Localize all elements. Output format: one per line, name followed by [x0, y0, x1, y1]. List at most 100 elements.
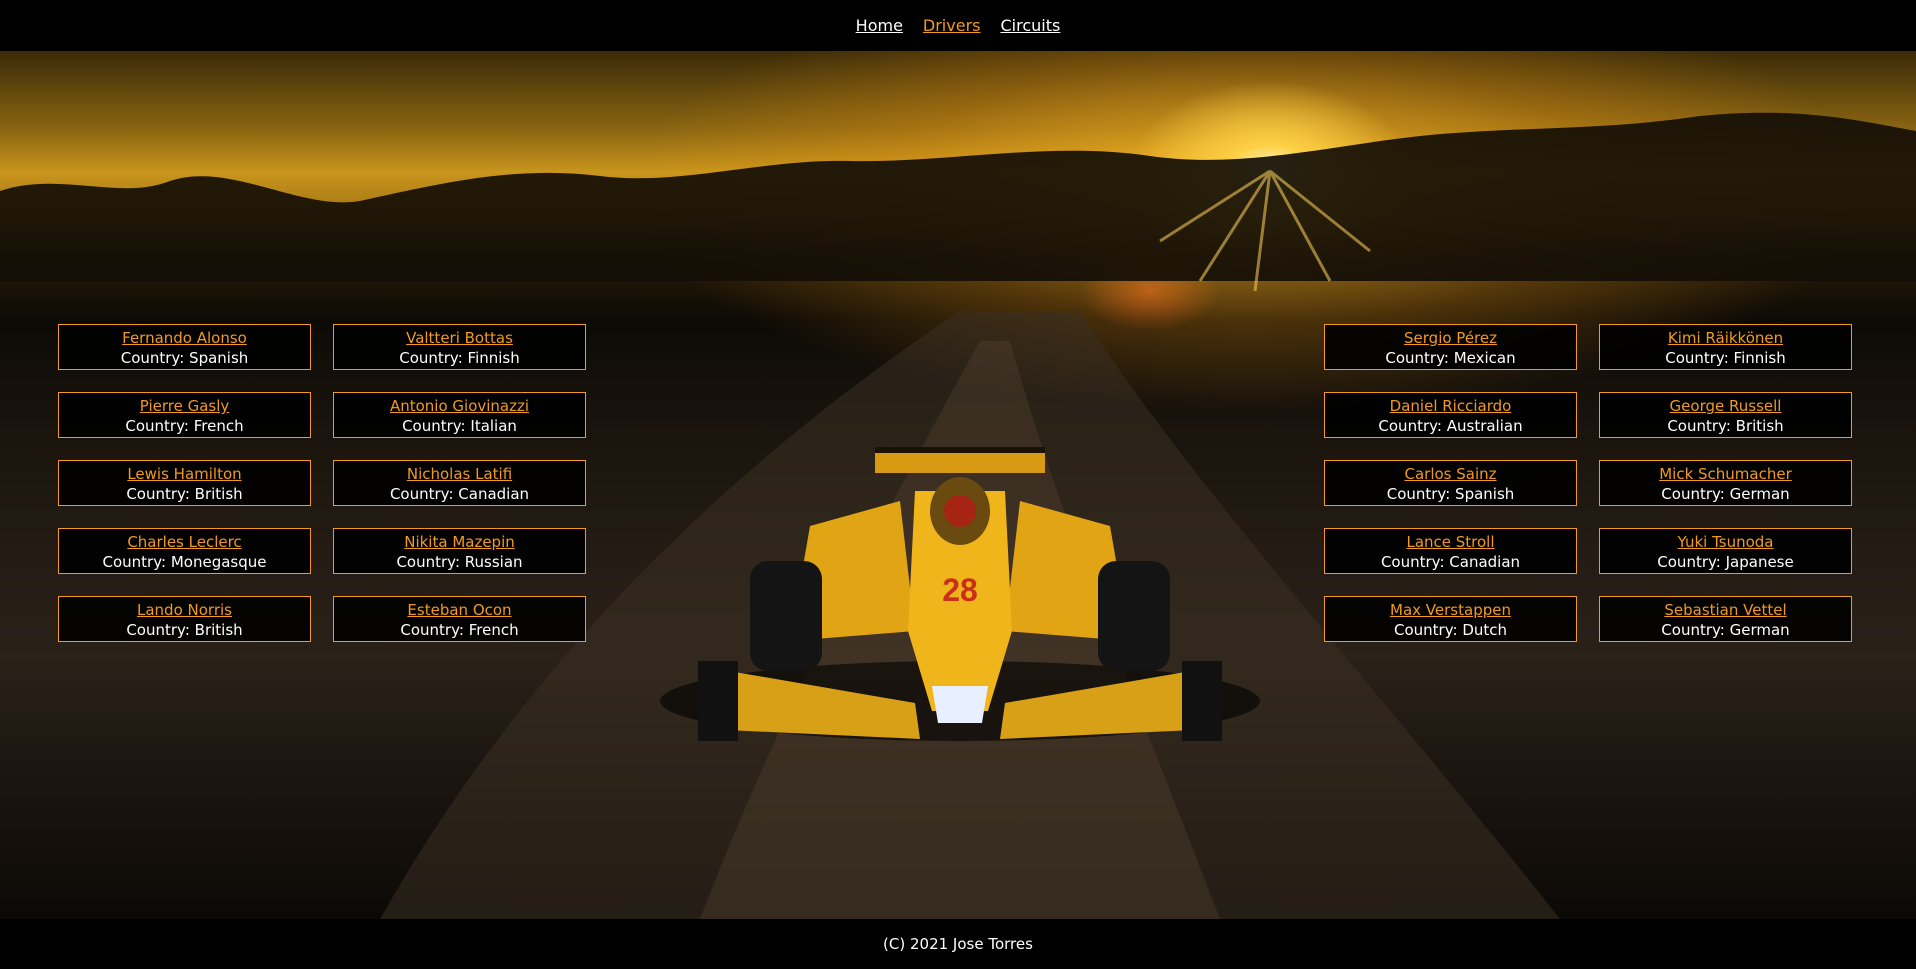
country-label: Country: — [399, 349, 468, 367]
country-label: Country: — [1393, 621, 1463, 639]
driver-card: Charles Leclerc Country: Monegasque — [58, 528, 311, 574]
country-value: Australian — [1446, 417, 1523, 435]
country-value: Russian — [464, 553, 523, 571]
country-value: Spanish — [1455, 485, 1515, 503]
driver-card: Kimi Räikkönen Country: Finnish — [1599, 324, 1852, 370]
driver-country: Country: Finnish — [334, 348, 585, 368]
driver-name-link[interactable]: Max Verstappen — [1325, 600, 1576, 620]
driver-card: Pierre Gasly Country: French — [58, 392, 311, 438]
country-value: French — [468, 621, 519, 639]
country-label: Country: — [1667, 417, 1736, 435]
country-label: Country: — [396, 553, 465, 571]
driver-card: Lando Norris Country: British — [58, 596, 311, 642]
nav-home-link[interactable]: Home — [856, 16, 903, 35]
country-value: French — [193, 417, 244, 435]
country-label: Country: — [1386, 485, 1456, 503]
driver-country: Country: Canadian — [1325, 552, 1576, 572]
driver-name-link[interactable]: Charles Leclerc — [59, 532, 310, 552]
country-label: Country: — [1661, 621, 1730, 639]
country-label: Country: — [402, 417, 471, 435]
top-nav: Home Drivers Circuits — [0, 0, 1916, 51]
driver-card: Fernando Alonso Country: Spanish — [58, 324, 311, 370]
nav-drivers-link[interactable]: Drivers — [923, 16, 981, 35]
nav-circuits-link[interactable]: Circuits — [1000, 16, 1060, 35]
country-value: German — [1729, 485, 1790, 503]
driver-country: Country: Russian — [334, 552, 585, 572]
driver-country: Country: British — [1600, 416, 1851, 436]
country-value: Finnish — [467, 349, 520, 367]
driver-name-link[interactable]: George Russell — [1600, 396, 1851, 416]
driver-name-link[interactable]: Sergio Pérez — [1325, 328, 1576, 348]
hero-background: 28 Fernando Alonso Country: Spanish Valtte… — [0, 51, 1916, 919]
driver-name-link[interactable]: Mick Schumacher — [1600, 464, 1851, 484]
driver-card: George Russell Country: British — [1599, 392, 1852, 438]
driver-name-link[interactable]: Kimi Räikkönen — [1600, 328, 1851, 348]
driver-country: Country: Spanish — [1325, 484, 1576, 504]
country-label: Country: — [102, 553, 171, 571]
country-label: Country: — [1385, 349, 1454, 367]
country-value: Canadian — [458, 485, 530, 503]
country-value: British — [194, 485, 243, 503]
country-label: Country: — [125, 417, 194, 435]
country-value: British — [1735, 417, 1784, 435]
driver-country: Country: Monegasque — [59, 552, 310, 572]
driver-card: Mick Schumacher Country: German — [1599, 460, 1852, 506]
driver-name-link[interactable]: Nicholas Latifi — [334, 464, 585, 484]
driver-name-link[interactable]: Yuki Tsunoda — [1600, 532, 1851, 552]
driver-name-link[interactable]: Carlos Sainz — [1325, 464, 1576, 484]
country-value: Mexican — [1453, 349, 1516, 367]
driver-name-link[interactable]: Esteban Ocon — [334, 600, 585, 620]
driver-name-link[interactable]: Nikita Mazepin — [334, 532, 585, 552]
driver-name-link[interactable]: Pierre Gasly — [59, 396, 310, 416]
svg-text:28: 28 — [942, 572, 978, 608]
driver-country: Country: German — [1600, 484, 1851, 504]
driver-card: Carlos Sainz Country: Spanish — [1324, 460, 1577, 506]
driver-country: Country: Mexican — [1325, 348, 1576, 368]
driver-name-link[interactable]: Lance Stroll — [1325, 532, 1576, 552]
driver-card: Sebastian Vettel Country: German — [1599, 596, 1852, 642]
country-label: Country: — [389, 485, 459, 503]
driver-name-link[interactable]: Antonio Giovinazzi — [334, 396, 585, 416]
driver-country: Country: British — [59, 484, 310, 504]
driver-card: Yuki Tsunoda Country: Japanese — [1599, 528, 1852, 574]
country-label: Country: — [1661, 485, 1730, 503]
country-label: Country: — [1380, 553, 1450, 571]
driver-country: Country: Dutch — [1325, 620, 1576, 640]
driver-card: Lance Stroll Country: Canadian — [1324, 528, 1577, 574]
country-value: Dutch — [1462, 621, 1508, 639]
driver-country: Country: French — [59, 416, 310, 436]
driver-country: Country: Finnish — [1600, 348, 1851, 368]
country-value: Monegasque — [170, 553, 267, 571]
country-value: German — [1729, 621, 1790, 639]
footer: (C) 2021 Jose Torres — [0, 919, 1916, 962]
driver-country: Country: British — [59, 620, 310, 640]
driver-card: Esteban Ocon Country: French — [333, 596, 586, 642]
driver-name-link[interactable]: Sebastian Vettel — [1600, 600, 1851, 620]
country-value: Finnish — [1733, 349, 1786, 367]
driver-country: Country: French — [334, 620, 585, 640]
driver-card: Daniel Ricciardo Country: Australian — [1324, 392, 1577, 438]
country-label: Country: — [126, 621, 195, 639]
driver-name-link[interactable]: Fernando Alonso — [59, 328, 310, 348]
driver-name-link[interactable]: Valtteri Bottas — [334, 328, 585, 348]
country-value: Spanish — [189, 349, 249, 367]
driver-name-link[interactable]: Daniel Ricciardo — [1325, 396, 1576, 416]
driver-country: Country: German — [1600, 620, 1851, 640]
country-value: Italian — [470, 417, 517, 435]
country-label: Country: — [1657, 553, 1726, 571]
driver-name-link[interactable]: Lando Norris — [59, 600, 310, 620]
country-label: Country: — [1665, 349, 1734, 367]
country-value: Canadian — [1449, 553, 1521, 571]
driver-card: Valtteri Bottas Country: Finnish — [333, 324, 586, 370]
driver-card: Lewis Hamilton Country: British — [58, 460, 311, 506]
driver-card: Nikita Mazepin Country: Russian — [333, 528, 586, 574]
country-label: Country: — [120, 349, 190, 367]
country-value: Japanese — [1725, 553, 1794, 571]
driver-country: Country: Australian — [1325, 416, 1576, 436]
country-label: Country: — [400, 621, 469, 639]
country-value: British — [194, 621, 243, 639]
driver-country: Country: Italian — [334, 416, 585, 436]
driver-name-link[interactable]: Lewis Hamilton — [59, 464, 310, 484]
driver-country: Country: Spanish — [59, 348, 310, 368]
driver-card: Antonio Giovinazzi Country: Italian — [333, 392, 586, 438]
